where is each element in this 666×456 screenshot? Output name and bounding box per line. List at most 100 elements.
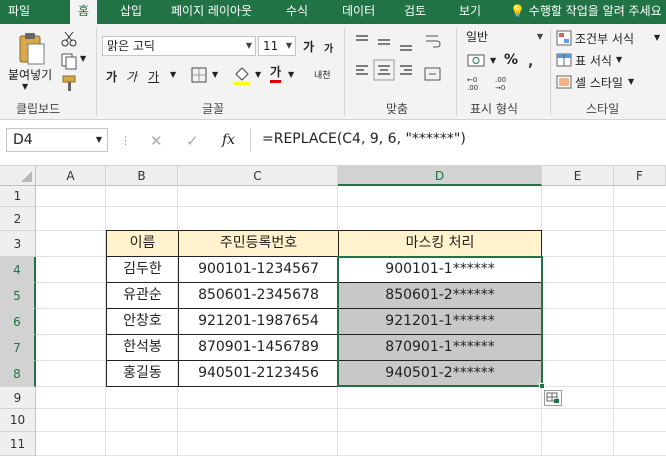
chevron-down-icon[interactable]: ▼ bbox=[288, 70, 294, 79]
gridline bbox=[36, 431, 666, 432]
row-header-7[interactable]: 7 bbox=[0, 335, 36, 361]
font-color-button[interactable]: 가 bbox=[270, 64, 282, 83]
name-box[interactable]: D4 ▼ bbox=[6, 128, 108, 152]
italic-button[interactable]: 가 bbox=[126, 68, 137, 85]
quick-analysis-icon[interactable] bbox=[544, 390, 562, 406]
chevron-down-icon[interactable]: ▼ bbox=[490, 56, 496, 65]
row-header-2[interactable]: 2 bbox=[0, 207, 36, 231]
chevron-down-icon[interactable]: ▼ bbox=[22, 82, 28, 91]
increase-decimal-icon[interactable]: ←0.00 bbox=[466, 74, 490, 92]
table-cell-name[interactable]: 안창호 bbox=[107, 309, 179, 335]
table-cell-id[interactable]: 940501-2123456 bbox=[179, 361, 339, 387]
format-as-table-icon[interactable] bbox=[556, 52, 572, 68]
row-header-5[interactable]: 5 bbox=[0, 283, 36, 309]
table-cell-name[interactable]: 김두한 bbox=[107, 257, 179, 283]
insert-function-icon[interactable]: fx bbox=[222, 132, 235, 148]
table-cell-id[interactable]: 850601-2345678 bbox=[179, 283, 339, 309]
svg-text:←0: ←0 bbox=[467, 76, 477, 84]
font-name-select[interactable]: 맑은 고딕 ▼ bbox=[102, 36, 256, 56]
chevron-down-icon[interactable]: ▼ bbox=[616, 55, 622, 64]
paste-icon[interactable] bbox=[16, 32, 48, 68]
conditional-formatting-icon[interactable] bbox=[556, 30, 572, 46]
table-header-cell[interactable]: 마스킹 처리 bbox=[339, 231, 542, 257]
table-cell-name[interactable]: 유관순 bbox=[107, 283, 179, 309]
table-cell-id[interactable]: 900101-1234567 bbox=[179, 257, 339, 283]
formula-input[interactable]: =REPLACE(C4, 9, 6, "******") bbox=[262, 128, 466, 152]
group-separator bbox=[344, 28, 345, 116]
table-header-cell[interactable]: 이름 bbox=[107, 231, 179, 257]
chevron-down-icon[interactable]: ▼ bbox=[654, 33, 660, 42]
column-header-e[interactable]: E bbox=[542, 166, 614, 186]
table-cell-masked[interactable]: 870901-1****** bbox=[339, 335, 542, 361]
underline-button[interactable]: 가 bbox=[148, 68, 159, 85]
tab-review[interactable]: 검토 bbox=[396, 0, 434, 24]
tab-data[interactable]: 데이터 bbox=[334, 0, 383, 24]
increase-font-button[interactable]: 가 bbox=[303, 38, 314, 55]
table-header-cell[interactable]: 주민등록번호 bbox=[179, 231, 339, 257]
decrease-decimal-icon[interactable]: .00→0 bbox=[494, 74, 518, 92]
wrap-merge-icons[interactable] bbox=[424, 32, 442, 92]
tab-insert[interactable]: 삽입 bbox=[112, 0, 150, 24]
table-cell-masked[interactable]: 921201-1****** bbox=[339, 309, 542, 335]
borders-icon[interactable] bbox=[190, 66, 208, 84]
conditional-formatting-button[interactable]: 조건부 서식 bbox=[575, 30, 634, 47]
gridline bbox=[36, 408, 666, 409]
number-format-select[interactable]: 일반 ▼ bbox=[462, 28, 546, 48]
cell-styles-icon[interactable] bbox=[556, 74, 572, 90]
row-header-9[interactable]: 9 bbox=[0, 387, 36, 409]
formula-bar: D4 ▼ ⋮ ✕ ✓ fx =REPLACE(C4, 9, 6, "******… bbox=[0, 120, 666, 166]
table-cell-id[interactable]: 921201-1987654 bbox=[179, 309, 339, 335]
cut-icon[interactable] bbox=[60, 30, 78, 48]
row-header-10[interactable]: 10 bbox=[0, 409, 36, 432]
format-as-table-button[interactable]: 표 서식 bbox=[575, 52, 612, 69]
tab-file[interactable]: 파일 bbox=[0, 0, 38, 24]
worksheet-grid[interactable]: A B C D E F 1 2 3 4 5 6 7 8 9 10 11 이름 주… bbox=[0, 166, 666, 456]
format-painter-icon[interactable] bbox=[60, 74, 78, 92]
font-size-select[interactable]: 11 ▼ bbox=[258, 36, 296, 56]
tab-home[interactable]: 홈 bbox=[70, 0, 98, 24]
fill-color-icon[interactable] bbox=[232, 64, 252, 86]
paste-button-label[interactable]: 붙여넣기 bbox=[8, 66, 52, 83]
table-cell-name[interactable]: 홍길동 bbox=[107, 361, 179, 387]
row-header-3[interactable]: 3 bbox=[0, 231, 36, 257]
chevron-down-icon[interactable]: ▼ bbox=[628, 77, 634, 86]
accounting-format-icon[interactable] bbox=[466, 52, 488, 70]
table-cell-masked[interactable]: 850601-2****** bbox=[339, 283, 542, 309]
cell-styles-button[interactable]: 셀 스타일 bbox=[575, 74, 623, 91]
row-header-6[interactable]: 6 bbox=[0, 309, 36, 335]
enter-checkmark-icon[interactable]: ✓ bbox=[186, 132, 199, 150]
chevron-down-icon: ▼ bbox=[245, 41, 252, 50]
number-format-value: 일반 bbox=[466, 30, 489, 44]
percent-button[interactable]: % bbox=[504, 52, 518, 68]
tell-me-box[interactable]: 💡 수행할 작업을 알려 주세요 bbox=[510, 0, 662, 24]
tab-view[interactable]: 보기 bbox=[451, 0, 489, 24]
comma-style-icon[interactable]: , bbox=[526, 54, 546, 68]
chevron-down-icon[interactable]: ▼ bbox=[212, 70, 218, 79]
row-header-1[interactable]: 1 bbox=[0, 186, 36, 207]
row-header-4[interactable]: 4 bbox=[0, 257, 36, 283]
copy-icon[interactable] bbox=[60, 52, 78, 70]
column-header-b[interactable]: B bbox=[106, 166, 178, 186]
cancel-icon[interactable]: ✕ bbox=[150, 132, 163, 150]
column-header-c[interactable]: C bbox=[178, 166, 338, 186]
chevron-down-icon[interactable]: ▼ bbox=[170, 70, 176, 79]
chevron-down-icon[interactable]: ▼ bbox=[80, 54, 86, 63]
chevron-down-icon[interactable]: ▼ bbox=[255, 70, 261, 79]
table-cell-masked[interactable]: 900101-1****** bbox=[339, 257, 542, 283]
bold-button[interactable]: 가 bbox=[106, 68, 117, 85]
column-header-a[interactable]: A bbox=[36, 166, 106, 186]
select-all-corner[interactable] bbox=[0, 166, 36, 186]
phonetic-button[interactable]: 내천 bbox=[314, 68, 331, 81]
column-header-d[interactable]: D bbox=[338, 166, 542, 186]
row-header-8[interactable]: 8 bbox=[0, 361, 36, 387]
table-cell-name[interactable]: 한석봉 bbox=[107, 335, 179, 361]
column-header-f[interactable]: F bbox=[614, 166, 666, 186]
table-cell-id[interactable]: 870901-1456789 bbox=[179, 335, 339, 361]
alignment-buttons-icon[interactable] bbox=[352, 30, 422, 92]
tab-formulas[interactable]: 수식 bbox=[278, 0, 316, 24]
row-header-11[interactable]: 11 bbox=[0, 432, 36, 456]
table-cell-masked[interactable]: 940501-2****** bbox=[339, 361, 542, 387]
tab-page-layout[interactable]: 페이지 레이아웃 bbox=[163, 0, 260, 24]
decrease-font-button[interactable]: 가 bbox=[324, 40, 333, 55]
fill-handle[interactable] bbox=[539, 383, 545, 389]
